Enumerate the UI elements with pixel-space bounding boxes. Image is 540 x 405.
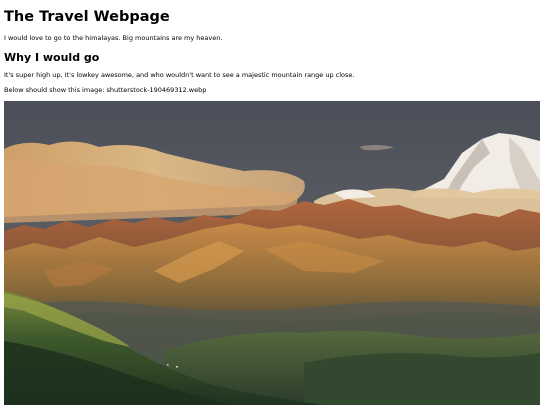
image-caption: Below should show this image: shuttersto… <box>4 86 207 94</box>
intro-text: I would love to go to the himalayas. Big… <box>4 34 223 42</box>
travel-page: The Travel Webpage I would love to go to… <box>0 0 540 405</box>
himalaya-mountain-image <box>4 101 540 405</box>
section-heading: Why I would go <box>4 51 100 64</box>
page-title: The Travel Webpage <box>4 9 170 25</box>
section-text: It's super high up, It's lowkey awesome,… <box>4 71 355 79</box>
